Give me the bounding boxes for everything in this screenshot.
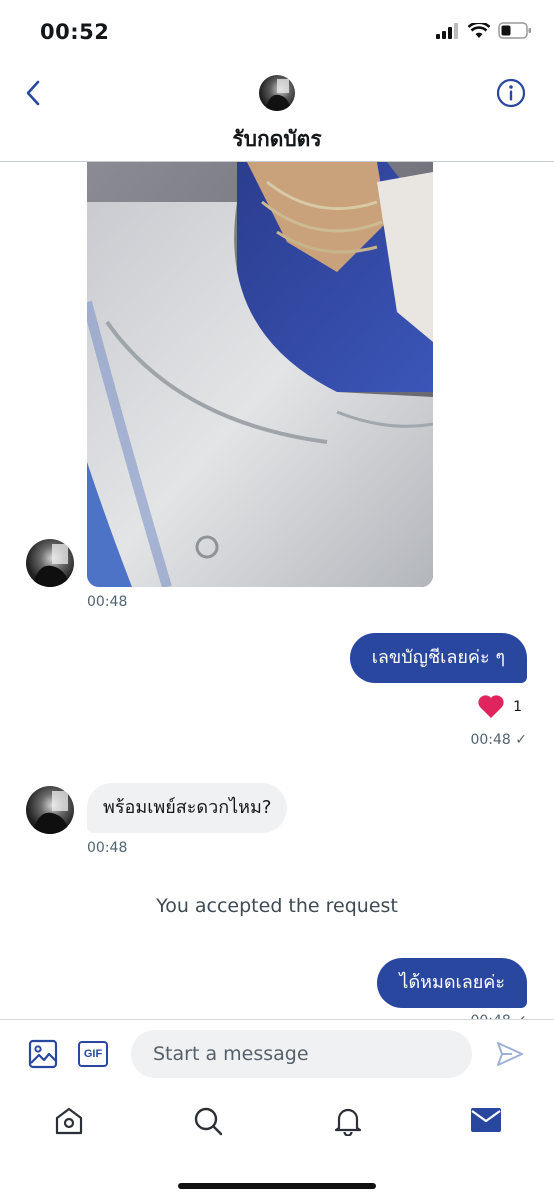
- image-icon: [28, 1039, 58, 1069]
- info-button[interactable]: [496, 78, 526, 108]
- outgoing-message-bubble[interactable]: ได้หมดเลยค่ะ: [377, 958, 527, 1008]
- sender-avatar[interactable]: [26, 539, 74, 587]
- chevron-left-icon: [26, 80, 40, 106]
- send-icon: [497, 1042, 523, 1066]
- battery-icon: [498, 22, 531, 39]
- home-indicator: [178, 1183, 376, 1189]
- gif-label: GIF: [83, 1048, 103, 1060]
- send-button[interactable]: [495, 1039, 525, 1073]
- conversation-title[interactable]: รับกดบัตร: [0, 123, 554, 156]
- tab-notifications[interactable]: [333, 1106, 363, 1140]
- message-timestamp: 00:48 ✓: [470, 732, 527, 748]
- avatar-photo: [32, 544, 70, 587]
- message-timestamp: 00:48: [87, 594, 128, 610]
- message-photo[interactable]: [87, 162, 433, 587]
- cellular-signal-icon: [436, 22, 458, 39]
- avatar-photo: [32, 791, 70, 834]
- wifi-icon: [468, 22, 490, 38]
- tab-home[interactable]: [54, 1106, 84, 1140]
- status-icons: [436, 22, 532, 39]
- bell-icon: [334, 1108, 362, 1137]
- message-timestamp: 00:48: [87, 840, 128, 856]
- heart-reaction-icon: [478, 695, 504, 718]
- tab-messages[interactable]: [471, 1108, 501, 1138]
- outgoing-message-bubble[interactable]: เลขบัญชีเลยค่ะ ๆ: [349, 633, 527, 683]
- tab-search[interactable]: [193, 1106, 223, 1140]
- add-photo-button[interactable]: [28, 1039, 58, 1073]
- photo-image: [87, 162, 433, 587]
- home-icon: [55, 1107, 83, 1135]
- incoming-message-bubble[interactable]: พร้อมเพย์สะดวกไหม?: [87, 783, 288, 833]
- message-input[interactable]: [131, 1030, 472, 1078]
- gif-button[interactable]: GIF: [78, 1041, 108, 1067]
- status-time: 00:52: [40, 20, 110, 44]
- reaction-count: 1: [513, 698, 522, 715]
- envelope-icon: [471, 1108, 501, 1132]
- message-reaction[interactable]: 1: [477, 694, 522, 719]
- system-message: You accepted the request: [156, 895, 398, 917]
- search-icon: [194, 1107, 223, 1136]
- sender-avatar[interactable]: [26, 786, 74, 834]
- avatar-photo: [265, 79, 291, 111]
- conversation-avatar[interactable]: [259, 75, 295, 111]
- info-icon: [496, 78, 526, 108]
- back-button[interactable]: [18, 78, 48, 108]
